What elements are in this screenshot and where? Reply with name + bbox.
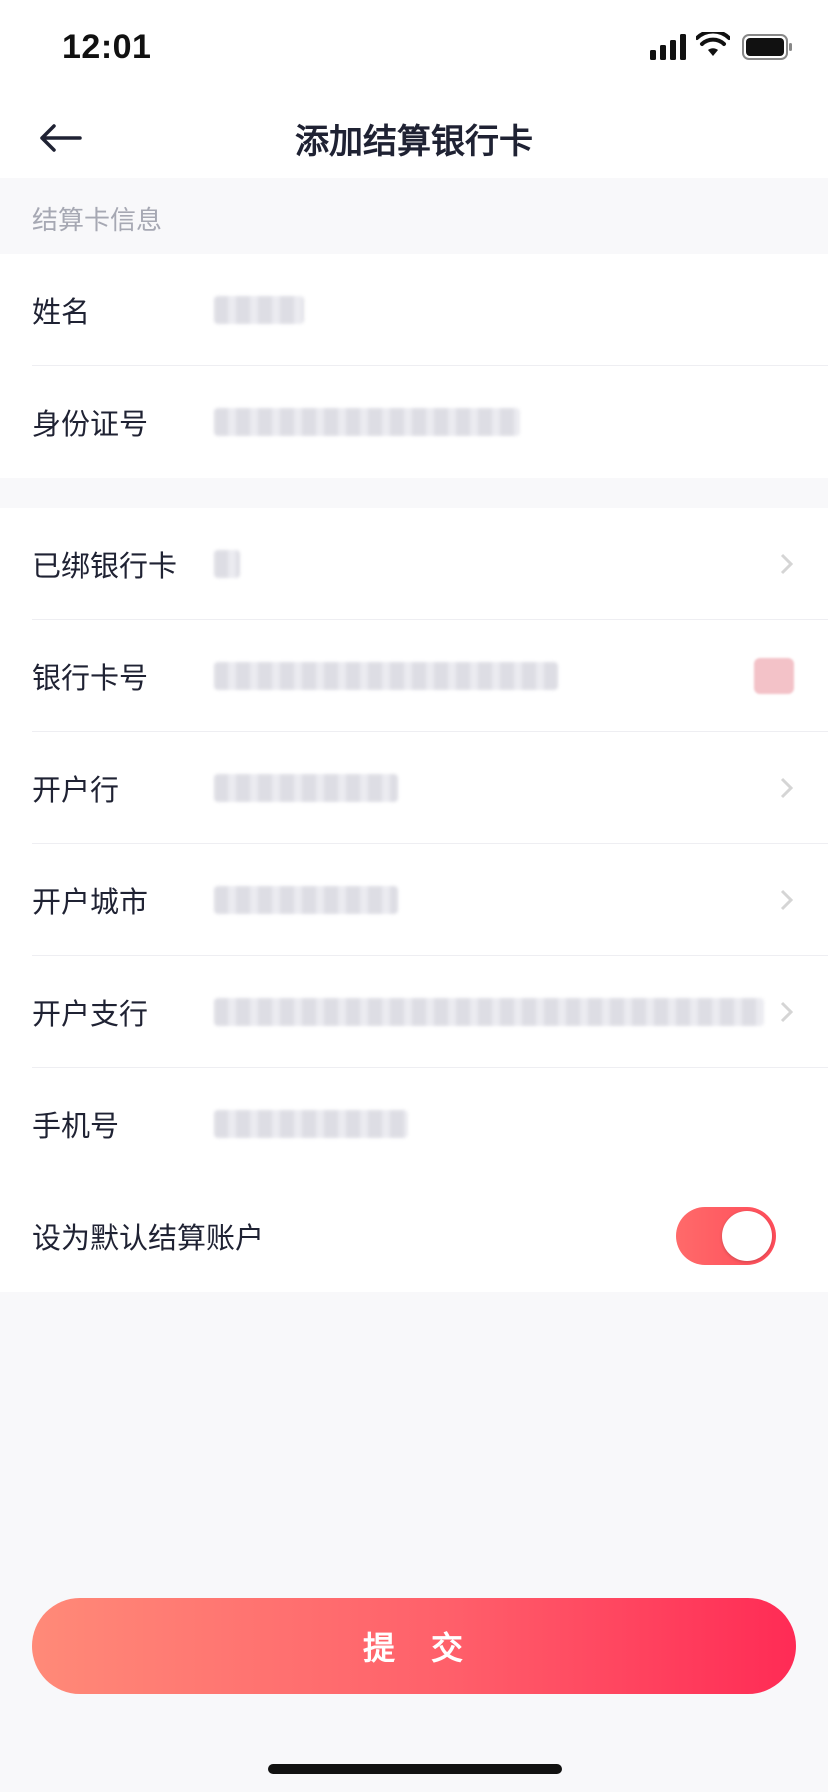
chevron-right-icon bbox=[780, 777, 794, 799]
phone-label: 手机号 bbox=[32, 1109, 120, 1143]
bank-branch-label: 开户支行 bbox=[32, 997, 149, 1031]
bank-value bbox=[214, 774, 398, 802]
signal-icon bbox=[650, 34, 686, 60]
id-number-label: 身份证号 bbox=[32, 407, 149, 441]
bank-group: 已绑银行卡 银行卡号 开户行 开户城市 开户支行 手机号 设为默认结算账户 bbox=[0, 508, 828, 1292]
bank-label: 开户行 bbox=[32, 773, 120, 807]
phone-value bbox=[214, 1110, 408, 1138]
id-number-value bbox=[214, 408, 520, 436]
identity-group: 姓名 身份证号 bbox=[0, 254, 828, 478]
card-number-value bbox=[214, 662, 558, 690]
bound-card-row[interactable]: 已绑银行卡 bbox=[0, 508, 828, 620]
phone-row[interactable]: 手机号 bbox=[0, 1068, 828, 1180]
default-account-label: 设为默认结算账户 bbox=[32, 1221, 265, 1255]
section-header-label: 结算卡信息 bbox=[32, 206, 163, 236]
bound-card-value bbox=[214, 550, 240, 578]
card-number-row[interactable]: 银行卡号 bbox=[0, 620, 828, 732]
section-header: 结算卡信息 bbox=[0, 178, 828, 254]
default-account-row: 设为默认结算账户 bbox=[0, 1180, 828, 1292]
bank-city-value bbox=[214, 886, 398, 914]
toggle-knob bbox=[722, 1211, 772, 1261]
battery-icon bbox=[742, 34, 792, 60]
name-row[interactable]: 姓名 bbox=[0, 254, 828, 366]
name-value bbox=[214, 296, 304, 324]
name-label: 姓名 bbox=[32, 295, 91, 329]
status-time: 12:01 bbox=[62, 28, 152, 66]
home-indicator bbox=[268, 1764, 562, 1774]
nav-bar: 添加结算银行卡 bbox=[0, 98, 828, 178]
chevron-right-icon bbox=[780, 553, 794, 575]
bank-branch-row[interactable]: 开户支行 bbox=[0, 956, 828, 1068]
id-number-row[interactable]: 身份证号 bbox=[0, 366, 828, 478]
bound-card-label: 已绑银行卡 bbox=[32, 549, 178, 583]
chevron-right-icon bbox=[780, 1001, 794, 1023]
status-bar: 12:01 bbox=[0, 0, 828, 98]
card-number-label: 银行卡号 bbox=[32, 661, 149, 695]
bank-city-label: 开户城市 bbox=[32, 885, 149, 919]
bank-city-row[interactable]: 开户城市 bbox=[0, 844, 828, 956]
default-account-toggle[interactable] bbox=[676, 1207, 776, 1265]
wifi-icon bbox=[696, 32, 730, 56]
page-title: 添加结算银行卡 bbox=[295, 122, 533, 162]
camera-icon[interactable] bbox=[754, 658, 794, 694]
bank-branch-value bbox=[214, 998, 764, 1026]
add-settlement-card-page: 12:01 添加结算银行卡 结算卡信息 姓名 身份证号 已绑银行卡 银行卡号 开… bbox=[0, 0, 828, 1792]
submit-button[interactable]: 提 交 bbox=[32, 1598, 796, 1694]
chevron-right-icon bbox=[780, 889, 794, 911]
bank-row[interactable]: 开户行 bbox=[0, 732, 828, 844]
